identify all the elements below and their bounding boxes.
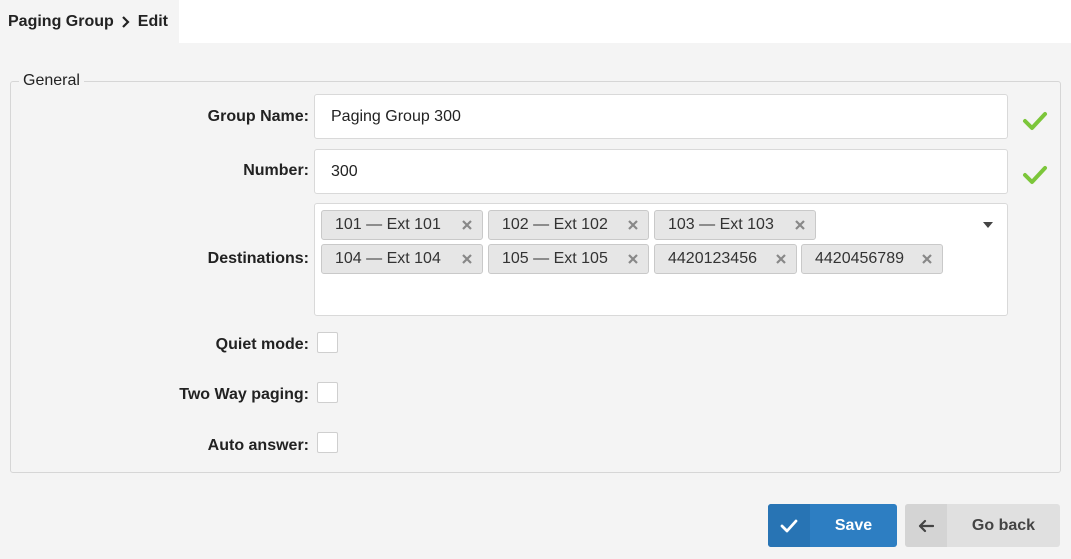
- destination-tag-label: 104 — Ext 104: [335, 250, 441, 267]
- quiet-mode-checkbox[interactable]: [317, 332, 338, 353]
- chevron-right-icon: [114, 13, 138, 31]
- destination-tag-label: 101 — Ext 101: [335, 216, 441, 233]
- caret-down-icon[interactable]: [983, 222, 993, 228]
- destinations-label: Destinations:: [207, 250, 309, 267]
- go-back-button-label: Go back: [971, 516, 1036, 534]
- destination-tag: 102 — Ext 102: [488, 210, 649, 240]
- two-way-paging-label: Two Way paging:: [179, 386, 309, 403]
- destination-tag: 4420123456: [654, 244, 797, 274]
- close-icon[interactable]: [461, 253, 473, 265]
- destination-tag-label: 105 — Ext 105: [502, 250, 608, 267]
- group-name-label: Group Name:: [207, 108, 309, 125]
- quiet-mode-label: Quiet mode:: [215, 336, 309, 353]
- destination-tag-label: 103 — Ext 103: [668, 216, 774, 233]
- destination-tag-label: 4420123456: [668, 250, 757, 267]
- auto-answer-checkbox[interactable]: [317, 432, 338, 453]
- close-icon[interactable]: [794, 219, 806, 231]
- auto-answer-label: Auto answer:: [207, 437, 309, 454]
- top-bar: Paging Group Edit: [0, 0, 1071, 43]
- checkmark-icon: [768, 504, 810, 547]
- destination-tag: 105 — Ext 105: [488, 244, 649, 274]
- number-label: Number:: [243, 162, 309, 179]
- destination-tag: 103 — Ext 103: [654, 210, 816, 240]
- destination-tag: 104 — Ext 104: [321, 244, 483, 274]
- close-icon[interactable]: [461, 219, 473, 231]
- save-button[interactable]: Save: [768, 504, 897, 547]
- number-input[interactable]: [314, 149, 1008, 194]
- close-icon[interactable]: [627, 219, 639, 231]
- group-name-input[interactable]: [314, 94, 1008, 139]
- close-icon[interactable]: [921, 253, 933, 265]
- breadcrumb-current: Edit: [137, 12, 168, 30]
- two-way-paging-checkbox[interactable]: [317, 382, 338, 403]
- breadcrumb-parent[interactable]: Paging Group: [8, 13, 114, 31]
- destination-tag-label: 4420456789: [815, 250, 904, 267]
- valid-checkmark-icon: [1023, 112, 1047, 130]
- section-legend: General: [23, 72, 80, 89]
- close-icon[interactable]: [627, 253, 639, 265]
- destination-tag: 4420456789: [801, 244, 943, 274]
- go-back-button[interactable]: Go back: [905, 504, 1060, 547]
- close-icon[interactable]: [775, 253, 787, 265]
- save-button-label: Save: [834, 516, 873, 534]
- arrow-left-icon: [905, 504, 947, 547]
- valid-checkmark-icon: [1023, 166, 1047, 184]
- destination-tag: 101 — Ext 101: [321, 210, 483, 240]
- breadcrumb: Paging Group Edit: [0, 0, 179, 43]
- destination-tag-label: 102 — Ext 102: [502, 216, 608, 233]
